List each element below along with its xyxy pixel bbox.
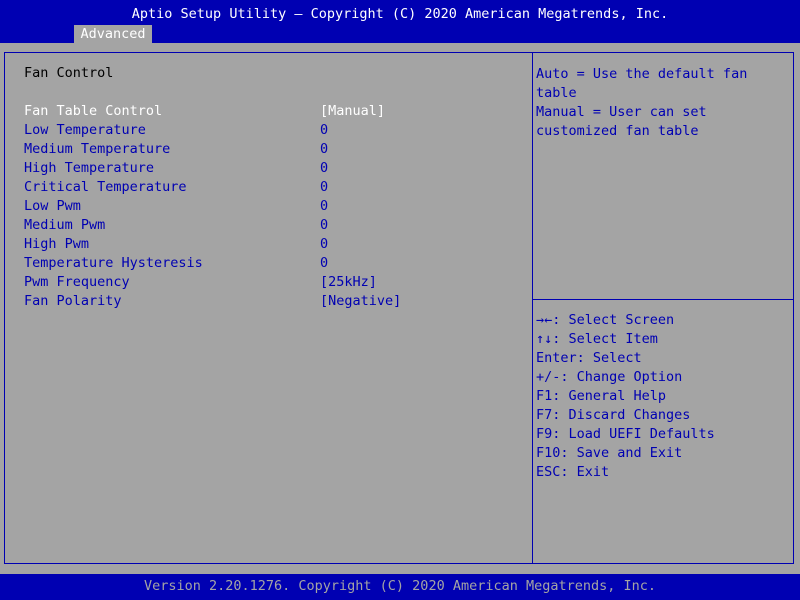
- app-title: Aptio Setup Utility – Copyright (C) 2020…: [131, 6, 669, 22]
- setting-value[interactable]: 0: [320, 160, 328, 176]
- setting-label: Temperature Hysteresis: [24, 255, 203, 271]
- setting-value[interactable]: [Manual]: [320, 103, 385, 119]
- setting-medium-temperature[interactable]: Medium Temperature 0: [24, 141, 524, 160]
- version-text: Version 2.20.1276. Copyright (C) 2020 Am…: [143, 578, 657, 594]
- tab-advanced[interactable]: Advanced: [74, 25, 152, 43]
- key-legend: →←: Select Screen ↑↓: Select Item Enter:…: [536, 311, 715, 482]
- key-save-exit: F10: Save and Exit: [536, 445, 683, 461]
- setting-high-temperature[interactable]: High Temperature 0: [24, 160, 524, 179]
- setting-label: High Pwm: [24, 236, 90, 252]
- setting-value[interactable]: 0: [320, 217, 328, 233]
- setting-label: Low Temperature: [24, 122, 146, 138]
- key-enter: Enter: Select: [536, 350, 642, 366]
- horizontal-divider: [533, 299, 793, 300]
- vertical-divider: [532, 53, 533, 563]
- key-change-option: +/-: Change Option: [536, 369, 683, 385]
- key-select-item: ↑↓: Select Item: [536, 331, 658, 347]
- setting-critical-temperature[interactable]: Critical Temperature 0: [24, 179, 524, 198]
- setting-value[interactable]: 0: [320, 179, 328, 195]
- footer-bar: Version 2.20.1276. Copyright (C) 2020 Am…: [0, 574, 800, 600]
- setting-label: Low Pwm: [24, 198, 81, 214]
- key-select-screen: →←: Select Screen: [536, 312, 675, 328]
- header-bar: Aptio Setup Utility – Copyright (C) 2020…: [0, 0, 800, 43]
- setting-fan-polarity[interactable]: Fan Polarity [Negative]: [24, 293, 524, 312]
- section-title: Fan Control: [24, 65, 114, 81]
- setting-pwm-frequency[interactable]: Pwm Frequency [25kHz]: [24, 274, 524, 293]
- setting-label: Fan Polarity: [24, 293, 122, 309]
- setting-label: Medium Pwm: [24, 217, 106, 233]
- setting-value[interactable]: 0: [320, 255, 328, 271]
- key-general-help: F1: General Help: [536, 388, 667, 404]
- help-line: Manual = User can set: [536, 104, 707, 120]
- setting-value[interactable]: 0: [320, 122, 328, 138]
- setting-low-pwm[interactable]: Low Pwm 0: [24, 198, 524, 217]
- setting-value[interactable]: [Negative]: [320, 293, 401, 309]
- setting-label: Fan Table Control: [24, 103, 163, 119]
- settings-list: Fan Table Control [Manual] Low Temperatu…: [24, 103, 524, 312]
- setting-fan-table-control[interactable]: Fan Table Control [Manual]: [24, 103, 524, 122]
- key-discard-changes: F7: Discard Changes: [536, 407, 691, 423]
- setting-value[interactable]: 0: [320, 141, 328, 157]
- setting-low-temperature[interactable]: Low Temperature 0: [24, 122, 524, 141]
- help-panel: Auto = Use the default fan table Manual …: [536, 65, 786, 141]
- setting-value[interactable]: [25kHz]: [320, 274, 377, 290]
- help-line: customized fan table: [536, 123, 699, 139]
- setting-value[interactable]: 0: [320, 236, 328, 252]
- help-line: Auto = Use the default fan: [536, 66, 748, 82]
- setting-label: Critical Temperature: [24, 179, 187, 195]
- setting-label: Medium Temperature: [24, 141, 171, 157]
- setting-high-pwm[interactable]: High Pwm 0: [24, 236, 524, 255]
- setting-temperature-hysteresis[interactable]: Temperature Hysteresis 0: [24, 255, 524, 274]
- setting-medium-pwm[interactable]: Medium Pwm 0: [24, 217, 524, 236]
- setting-value[interactable]: 0: [320, 198, 328, 214]
- setting-label: Pwm Frequency: [24, 274, 130, 290]
- help-line: table: [536, 85, 577, 101]
- setting-label: High Temperature: [24, 160, 155, 176]
- main-frame: Fan Control Fan Table Control [Manual] L…: [4, 52, 794, 564]
- key-esc-exit: ESC: Exit: [536, 464, 610, 480]
- key-load-defaults: F9: Load UEFI Defaults: [536, 426, 715, 442]
